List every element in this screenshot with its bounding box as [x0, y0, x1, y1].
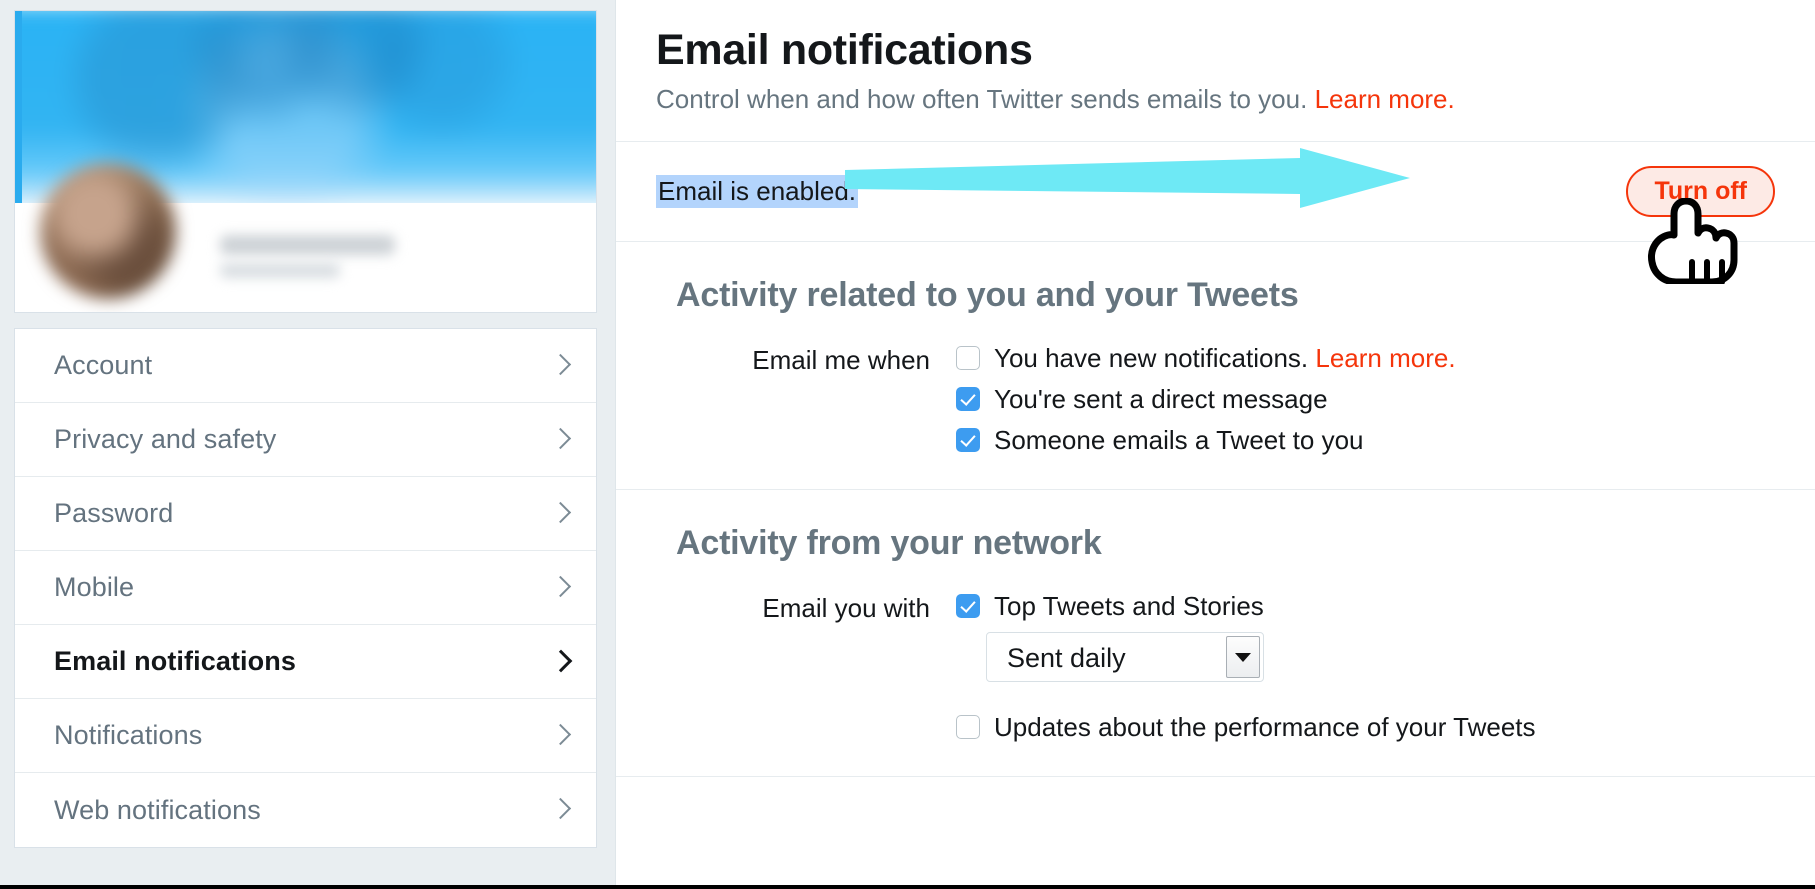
sidebar: Account Privacy and safety Password Mobi…	[14, 10, 597, 848]
checkbox-direct-message[interactable]	[956, 387, 980, 411]
page-title: Email notifications	[656, 26, 1033, 74]
section-heading: Activity from your network	[676, 524, 1102, 562]
option-row: Someone emails a Tweet to you	[956, 425, 1785, 455]
chevron-right-icon	[552, 797, 568, 823]
chevron-right-icon	[552, 575, 568, 601]
page-subtitle: Control when and how often Twitter sends…	[656, 84, 1785, 115]
avatar[interactable]	[40, 163, 176, 299]
profile-display-name-redacted	[220, 235, 395, 255]
field-label: Email you with	[762, 593, 930, 623]
field-label: Email me when	[752, 345, 930, 375]
section-activity-network: Activity from your network Email you wit…	[616, 490, 1815, 777]
option-label: You have new notifications. Learn more.	[994, 343, 1456, 373]
email-you-with-group: Email you with Top Tweets and Stories Se…	[646, 563, 1785, 776]
option-label: You're sent a direct message	[994, 384, 1328, 414]
sidebar-item-mobile[interactable]: Mobile	[15, 551, 596, 625]
chevron-down-icon[interactable]	[1226, 636, 1260, 678]
chevron-right-icon	[552, 427, 568, 453]
email-frequency-select[interactable]: Sent daily	[986, 632, 1264, 682]
page-header: Email notifications Control when and how…	[616, 0, 1815, 142]
option-label: Updates about the performance of your Tw…	[994, 712, 1536, 742]
page-subtitle-text: Control when and how often Twitter sends…	[656, 84, 1308, 114]
checkbox-someone-emails-tweet[interactable]	[956, 428, 980, 452]
main-content-panel: Email notifications Control when and how…	[615, 0, 1815, 885]
settings-nav-list: Account Privacy and safety Password Mobi…	[14, 328, 597, 848]
option-row: Top Tweets and Stories	[956, 591, 1785, 621]
email-frequency-select-value: Sent daily	[1007, 643, 1126, 673]
sidebar-item-label: Password	[54, 498, 174, 528]
email-me-when-group: Email me when You have new notifications…	[646, 315, 1785, 489]
profile-card[interactable]	[14, 10, 597, 313]
sidebar-item-label: Web notifications	[54, 794, 261, 825]
sidebar-item-label: Privacy and safety	[54, 424, 277, 454]
sidebar-item-label: Email notifications	[54, 646, 296, 676]
option-row: You have new notifications. Learn more.	[956, 343, 1785, 373]
option-label: Top Tweets and Stories	[994, 591, 1264, 621]
chevron-right-icon	[552, 353, 568, 379]
email-status-row: Email is enabled. Turn off	[616, 142, 1815, 242]
checkbox-new-notifications[interactable]	[956, 346, 980, 370]
triangle-down-glyph	[1235, 652, 1251, 662]
profile-handle-redacted	[220, 263, 340, 278]
checkbox-top-tweets-and-stories[interactable]	[956, 594, 980, 618]
chevron-right-icon	[552, 649, 568, 675]
learn-more-link-header[interactable]: Learn more.	[1315, 84, 1455, 114]
chevron-right-icon	[552, 501, 568, 527]
sidebar-item-web-notifications[interactable]: Web notifications	[15, 773, 596, 847]
sidebar-item-privacy-and-safety[interactable]: Privacy and safety	[15, 403, 596, 477]
sidebar-item-email-notifications[interactable]: Email notifications	[15, 625, 596, 699]
section-activity-related: Activity related to you and your Tweets …	[616, 242, 1815, 490]
option-label: Someone emails a Tweet to you	[994, 425, 1364, 455]
sidebar-item-label: Notifications	[54, 720, 203, 750]
email-status-text: Email is enabled.	[656, 175, 858, 208]
sidebar-item-password[interactable]: Password	[15, 477, 596, 551]
sidebar-item-label: Account	[54, 350, 153, 380]
section-heading: Activity related to you and your Tweets	[676, 276, 1299, 314]
sidebar-item-label: Mobile	[54, 572, 135, 602]
learn-more-link-notifications[interactable]: Learn more.	[1315, 343, 1455, 373]
sidebar-item-account[interactable]: Account	[15, 329, 596, 403]
option-row: Updates about the performance of your Tw…	[956, 712, 1785, 742]
sidebar-item-notifications[interactable]: Notifications	[15, 699, 596, 773]
settings-page: Account Privacy and safety Password Mobi…	[0, 0, 1815, 889]
option-row: You're sent a direct message	[956, 384, 1785, 414]
option-label-text: You have new notifications.	[994, 343, 1309, 373]
profile-banner-edge	[15, 11, 22, 207]
chevron-right-icon	[552, 723, 568, 749]
checkbox-tweet-performance-updates[interactable]	[956, 715, 980, 739]
turn-off-button[interactable]: Turn off	[1626, 166, 1775, 217]
